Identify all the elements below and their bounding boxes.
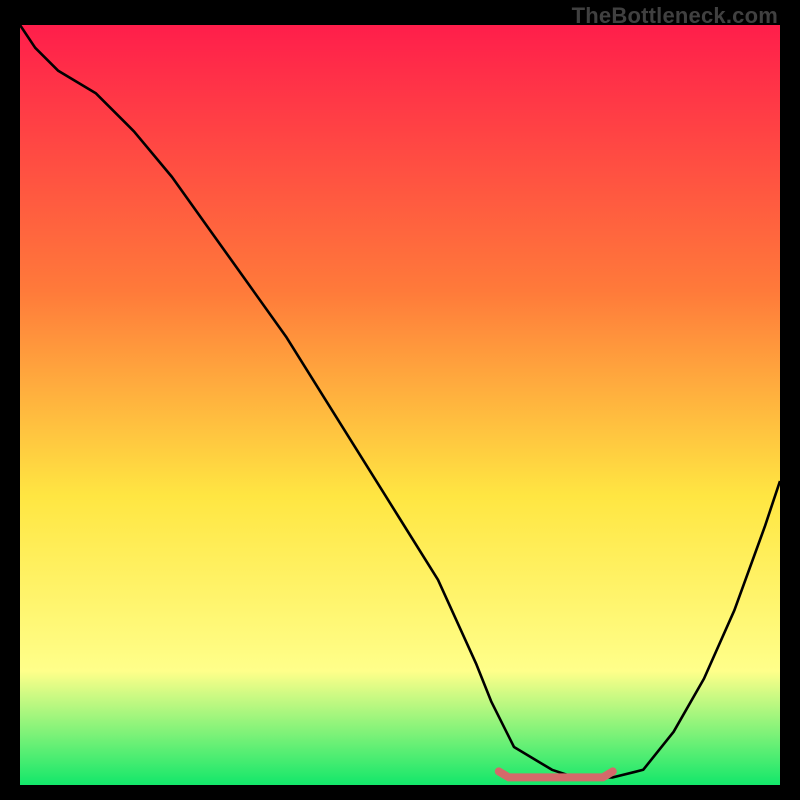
chart-frame (20, 25, 780, 785)
bottleneck-plot (20, 25, 780, 785)
watermark-text: TheBottleneck.com (572, 3, 778, 29)
gradient-area (20, 25, 780, 785)
